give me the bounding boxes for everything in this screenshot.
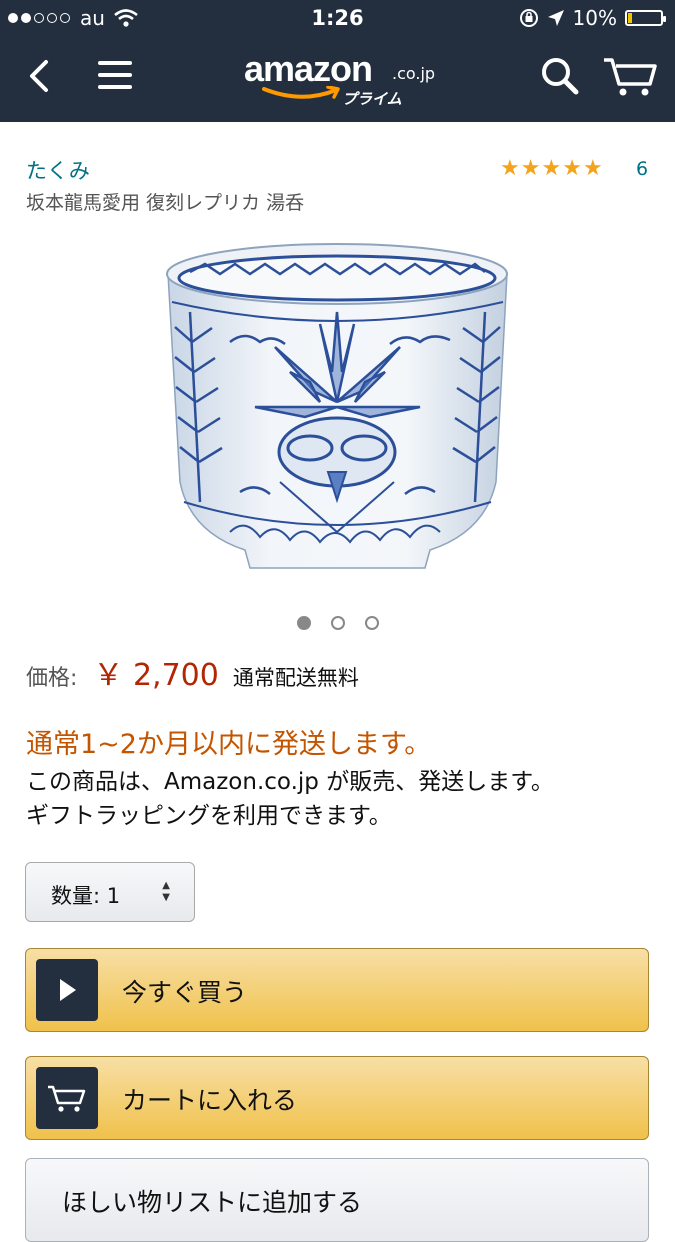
carousel-dot[interactable] — [330, 616, 345, 630]
star-icon: ★ — [500, 156, 520, 181]
logo-word: amazon — [244, 48, 373, 89]
seller-line: この商品は、Amazon.co.jp が販売、発送します。 — [26, 769, 554, 795]
rating-count[interactable]: 6 — [636, 158, 648, 180]
image-carousel-indicator[interactable] — [0, 616, 675, 630]
add-to-cart-label: カートに入れる — [122, 1086, 298, 1115]
status-bar: au 1:26 10% — [0, 0, 675, 38]
add-to-wishlist-button[interactable]: ほしい物リストに追加する — [25, 1158, 649, 1242]
smile-icon — [262, 86, 340, 99]
stepper-arrows-icon: ▲ ▼ — [162, 880, 170, 903]
add-to-cart-button[interactable]: カートに入れる — [25, 1056, 649, 1140]
battery-icon — [625, 10, 666, 26]
cart-icon[interactable] — [602, 56, 658, 98]
star-rating[interactable]: ★ ★ ★ ★ ★ — [500, 158, 603, 180]
buy-now-label: 今すぐ買う — [122, 978, 248, 1007]
cart-icon — [36, 1067, 98, 1129]
star-icon: ★ — [562, 156, 582, 181]
location-icon — [547, 10, 564, 26]
search-icon[interactable] — [540, 56, 580, 96]
logo-prime: プライム — [342, 90, 402, 108]
quantity-label: 数量: 1 — [51, 884, 121, 908]
star-icon: ★ — [541, 156, 562, 181]
back-icon[interactable] — [26, 58, 54, 94]
battery-percent: 10% — [572, 6, 617, 30]
buy-now-button[interactable]: 今すぐ買う — [25, 948, 649, 1032]
product-image[interactable] — [160, 232, 515, 592]
shipping-info: 通常配送無料 — [232, 666, 359, 690]
menu-icon[interactable] — [98, 60, 132, 90]
star-icon: ★ — [582, 156, 603, 181]
quantity-select[interactable]: 数量: 1 ▲ ▼ — [25, 862, 195, 922]
price-label: 価格: — [26, 666, 78, 691]
carousel-dot[interactable] — [364, 616, 379, 630]
quantity-value: 1 — [106, 884, 121, 908]
product-title: 坂本龍馬愛用 復刻レプリカ 湯呑 — [26, 192, 305, 214]
price-value: ￥ 2,700 — [93, 658, 219, 693]
seller-info: この商品は、Amazon.co.jp が販売、発送します。 ギフトラッピングを利… — [26, 765, 554, 833]
star-icon: ★ — [520, 156, 541, 181]
availability-text: 通常1~2か月以内に発送します。 — [26, 729, 432, 760]
amazon-prime-logo[interactable]: amazon .co.jp プライム — [244, 48, 436, 112]
status-right: 10% — [519, 6, 666, 30]
app-header: amazon .co.jp プライム — [0, 38, 675, 122]
price-row: 価格: ￥ 2,700 通常配送無料 — [26, 650, 359, 694]
brand-link[interactable]: たくみ — [26, 155, 90, 185]
carousel-dot[interactable] — [296, 616, 311, 630]
play-icon — [36, 959, 98, 1021]
gift-wrap-line: ギフトラッピングを利用できます。 — [26, 803, 392, 829]
logo-tld: .co.jp — [392, 64, 436, 83]
orientation-lock-icon — [519, 9, 538, 27]
wishlist-label: ほしい物リストに追加する — [62, 1188, 363, 1217]
